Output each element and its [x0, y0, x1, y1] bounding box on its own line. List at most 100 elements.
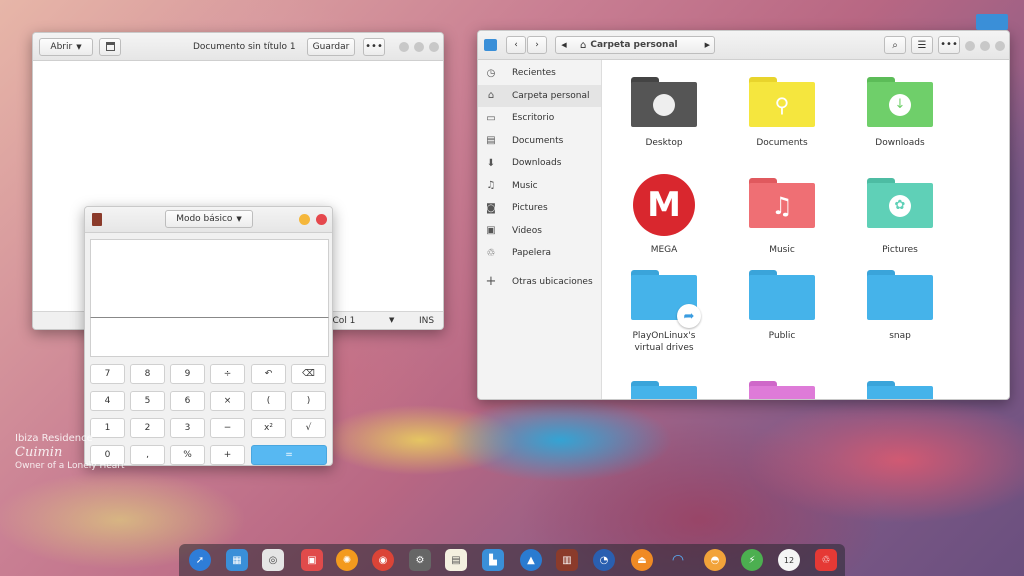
folder-music[interactable]: ♫ Music: [742, 174, 822, 256]
calculator-icon[interactable]: ▥: [556, 549, 578, 571]
folder-partial[interactable]: [742, 381, 822, 399]
mega-icon: M: [633, 174, 695, 236]
desktop-indicator[interactable]: [976, 14, 1008, 30]
caret-left-icon[interactable]: ◀: [556, 41, 572, 49]
key-backspace[interactable]: ⌫: [291, 364, 326, 384]
sidebar-item-documents[interactable]: ▤ Documents: [478, 130, 601, 153]
sidebar-item-trash[interactable]: ♲ Papelera: [478, 242, 601, 265]
folder-label: MEGA: [650, 245, 678, 255]
key-9[interactable]: 9: [170, 364, 205, 384]
rocket-launcher-icon[interactable]: ➚: [189, 549, 211, 571]
folder-public[interactable]: Public: [742, 270, 822, 342]
save-button[interactable]: Guardar: [307, 38, 355, 56]
key-square[interactable]: x²: [251, 418, 286, 438]
open-button[interactable]: Abrir ▼: [39, 37, 93, 56]
key-percent[interactable]: %: [170, 445, 205, 465]
orange-app-icon[interactable]: ✺: [336, 549, 358, 571]
key-undo[interactable]: ↶: [251, 364, 286, 384]
trash-icon: ♲: [486, 247, 496, 259]
mode-selector[interactable]: Modo básico ▼: [165, 210, 253, 228]
maximize-button[interactable]: [980, 41, 990, 51]
key-plus[interactable]: +: [210, 445, 245, 465]
key-minus[interactable]: −: [210, 418, 245, 438]
close-button[interactable]: [995, 41, 1005, 51]
camera-icon: ◙: [486, 202, 496, 214]
sidebar-item-pictures[interactable]: ◙ Pictures: [478, 197, 601, 220]
appcenter-icon[interactable]: ▲: [520, 549, 542, 571]
maximize-button[interactable]: [299, 214, 310, 225]
folder-label: Documents: [756, 138, 808, 148]
search-button[interactable]: ⌕: [884, 36, 906, 54]
key-8[interactable]: 8: [130, 364, 165, 384]
folder-partial[interactable]: [860, 381, 940, 399]
sidebar-item-other-locations[interactable]: + Otras ubicaciones: [478, 271, 601, 294]
folder-label: Public: [768, 331, 796, 341]
key-divide[interactable]: ÷: [210, 364, 245, 384]
list-view-button[interactable]: ☰: [911, 36, 933, 54]
contacts-icon[interactable]: ▣: [301, 549, 323, 571]
key-4[interactable]: 4: [90, 391, 125, 411]
sidebar-item-videos[interactable]: ▣ Videos: [478, 220, 601, 243]
folder-downloads[interactable]: ↓ Downloads: [860, 77, 940, 149]
back-button[interactable]: ‹: [506, 36, 526, 54]
sidebar-item-music[interactable]: ♫ Music: [478, 175, 601, 198]
caret-right-icon[interactable]: ▶: [705, 41, 710, 49]
folder-pictures[interactable]: ✿ Pictures: [860, 174, 940, 256]
folder-partial[interactable]: [624, 381, 704, 399]
sidebar-item-recent[interactable]: ◷ Recientes: [478, 62, 601, 85]
minimize-button[interactable]: [399, 42, 409, 52]
files-icon[interactable]: ▙: [482, 549, 504, 571]
path-current[interactable]: Carpeta personal: [590, 40, 677, 50]
open-label: Abrir: [50, 41, 73, 52]
folder-desktop[interactable]: Desktop: [624, 77, 704, 149]
forward-button[interactable]: ›: [527, 36, 547, 54]
maximize-button[interactable]: [414, 42, 424, 52]
close-button[interactable]: [429, 42, 439, 52]
settings-icon[interactable]: ⚙: [409, 549, 431, 571]
wifi-icon[interactable]: ◠: [667, 549, 689, 571]
text-editor-icon[interactable]: ▤: [445, 549, 467, 571]
key-open-paren[interactable]: (: [251, 391, 286, 411]
updater-icon[interactable]: ⏏: [631, 549, 653, 571]
editor-title: Documento sin título 1: [193, 42, 296, 52]
screenshot-icon[interactable]: ◎: [262, 549, 284, 571]
menu-button[interactable]: •••: [363, 38, 385, 56]
key-6[interactable]: 6: [170, 391, 205, 411]
folder-documents[interactable]: ⚲ Documents: [742, 77, 822, 149]
document-icon: ▤: [486, 135, 496, 147]
battery-icon[interactable]: ⚡: [741, 549, 763, 571]
compass-icon[interactable]: ◔: [593, 549, 615, 571]
sidebar-item-downloads[interactable]: ⬇ Downloads: [478, 152, 601, 175]
key-5[interactable]: 5: [130, 391, 165, 411]
chevron-down-icon[interactable]: ▼: [389, 316, 394, 324]
sidebar-item-desktop[interactable]: ▭ Escritorio: [478, 107, 601, 130]
calculator-window: Modo básico ▼ 7 8 9 ÷ ↶ ⌫ 4 5 6 ×() 1 2 3− x² √ 0,% + =: [84, 206, 333, 466]
symlink-arrow-icon: ➦: [677, 304, 701, 328]
clock-icon[interactable]: 12: [778, 549, 800, 571]
multitasking-icon[interactable]: ▦: [226, 549, 248, 571]
path-bar[interactable]: ◀ ⌂ Carpeta personal ▶: [555, 36, 715, 54]
folder-snap[interactable]: snap: [860, 270, 940, 342]
trash-icon[interactable]: ♲: [815, 549, 837, 571]
sidebar-item-home[interactable]: ⌂ Carpeta personal: [478, 84, 601, 107]
chrome-icon[interactable]: ◉: [372, 549, 394, 571]
watermark-subtitle: Owner of a Lonely Heart: [15, 461, 125, 471]
key-3[interactable]: 3: [170, 418, 205, 438]
paperclip-icon: ⚲: [774, 92, 790, 117]
calculator-input[interactable]: [90, 317, 329, 357]
close-button[interactable]: [316, 214, 327, 225]
key-sqrt[interactable]: √: [291, 418, 326, 438]
key-equals[interactable]: =: [251, 445, 327, 465]
minimize-button[interactable]: [965, 41, 975, 51]
menu-button[interactable]: •••: [938, 36, 960, 54]
key-7[interactable]: 7: [90, 364, 125, 384]
key-close-paren[interactable]: ): [291, 391, 326, 411]
new-document-button[interactable]: [99, 37, 121, 56]
folder-playonlinux[interactable]: ➦ PlayOnLinux's virtual drives: [624, 270, 704, 354]
folder-mega[interactable]: M MEGA: [624, 174, 704, 256]
clipboard-icon[interactable]: ◓: [704, 549, 726, 571]
key-comma[interactable]: ,: [130, 445, 165, 465]
sidebar-item-label: Otras ubicaciones: [512, 276, 593, 287]
key-multiply[interactable]: ×: [210, 391, 245, 411]
key-2[interactable]: 2: [130, 418, 165, 438]
